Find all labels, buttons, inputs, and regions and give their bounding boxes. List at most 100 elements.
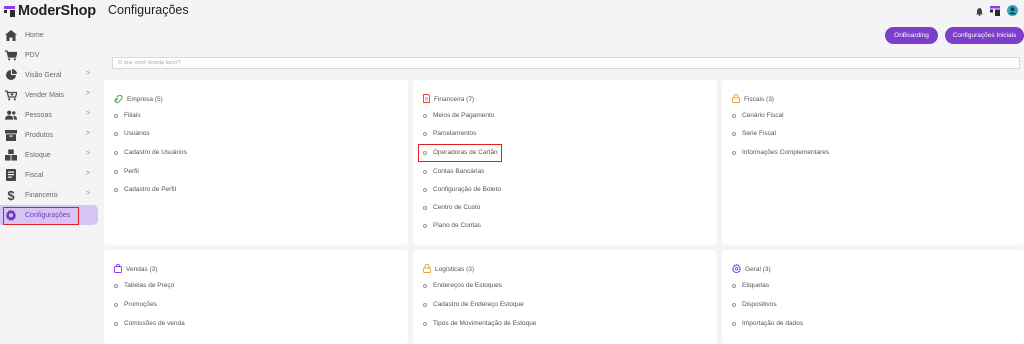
bullet-icon: [423, 187, 427, 192]
list-item-plano-contas[interactable]: Plano de Contas: [423, 222, 481, 229]
card-title: Logísticas (3): [435, 265, 475, 273]
sidebar-item-label: Produtos: [25, 131, 54, 139]
card-title: Vendas (3): [126, 265, 158, 273]
sidebar-item-configuracoes[interactable]: Configurações: [0, 205, 98, 225]
sidebar-item-pessoas[interactable]: Pessoas >: [0, 105, 98, 125]
list-item-meios-pagamento[interactable]: Meios de Pagamento: [423, 112, 494, 119]
list-item-cadastro-usuarios[interactable]: Cadastro de Usuários: [114, 149, 187, 156]
page-title: Configurações: [108, 3, 189, 17]
list-item-usuarios[interactable]: Usuários: [114, 130, 150, 137]
item-label: Perfil: [124, 168, 139, 175]
list-item-configuracao-boleto[interactable]: Configuração de Boleto: [423, 186, 501, 193]
avatar[interactable]: [1007, 3, 1018, 21]
list-item-centro-custo[interactable]: Centro de Custo: [423, 204, 480, 211]
cart-icon: [5, 49, 17, 61]
lock-icon: [423, 260, 431, 278]
list-item-contas-bancarias[interactable]: Contas Bancárias: [423, 168, 484, 175]
item-label: Cadastro de Usuários: [124, 149, 187, 156]
card-geral: Geral (3) Etiquetas Dispositivos Importa…: [722, 250, 1024, 344]
logo-mark-icon: [4, 5, 15, 17]
list-item-perfil[interactable]: Perfil: [114, 168, 139, 175]
list-item-dispositivos[interactable]: Dispositivos: [732, 301, 777, 308]
card-empresa: Empresa (5) Filiais Usuários Cadastro de…: [104, 80, 408, 245]
item-label: Cenário Fiscal: [742, 112, 784, 119]
bullet-icon: [732, 113, 736, 118]
sidebar-item-label: Vender Mais: [25, 91, 64, 99]
list-item-operadoras-cartao[interactable]: Operadoras de Cartão: [423, 149, 498, 156]
sidebar-item-label: Financeiro: [25, 191, 58, 199]
brand-logo[interactable]: ModerShop: [4, 2, 96, 20]
sidebar-item-pdv[interactable]: PDV: [0, 45, 98, 65]
sidebar-item-home[interactable]: Home: [0, 25, 98, 45]
bullet-icon: [114, 169, 118, 174]
item-label: Usuários: [124, 130, 150, 137]
list-item-cadastro-perfil[interactable]: Cadastro de Perfil: [114, 186, 176, 193]
item-label: Etiquetas: [742, 282, 770, 289]
item-label: Endereços de Estoques: [433, 282, 503, 289]
card-financeira: Financeira (7) Meios de Pagamento Parcel…: [413, 80, 717, 245]
list-item-tipos-movimentacao-estoque[interactable]: Tipos de Movimentação de Estoque: [423, 320, 536, 327]
list-item-informacoes-complementares[interactable]: Informações Complementares: [732, 149, 829, 156]
onboarding-button[interactable]: OnBoarding: [885, 27, 938, 44]
bullet-icon: [732, 131, 736, 136]
chevron-right-icon: >: [85, 90, 90, 97]
list-item-etiquetas[interactable]: Etiquetas: [732, 282, 769, 289]
list-item-enderecos-estoques[interactable]: Endereços de Estoques: [423, 282, 502, 289]
sidebar-item-label: Estoque: [25, 151, 51, 159]
chevron-right-icon: >: [85, 130, 90, 137]
chevron-right-icon: >: [85, 70, 90, 77]
bullet-icon: [423, 321, 427, 326]
gear-icon: [5, 209, 17, 221]
list-item-comissoes-venda[interactable]: Comissões de venda: [114, 320, 185, 327]
sidebar-item-visao-geral[interactable]: Visão Geral >: [0, 65, 98, 85]
sidebar-item-label: Pessoas: [25, 111, 52, 119]
card-header: Fiscais (3): [732, 90, 774, 108]
sidebar-nav: Home PDV Visão Geral > Vender Mais > Pes…: [0, 25, 98, 225]
boxes-icon: [5, 149, 17, 161]
bullet-icon: [423, 302, 427, 307]
bell-icon[interactable]: [976, 3, 983, 21]
link-icon: [114, 90, 123, 108]
dollar-icon: $: [7, 187, 15, 203]
brand-name: ModerShop: [18, 3, 96, 19]
card-header: Empresa (5): [114, 90, 163, 108]
bullet-icon: [423, 131, 427, 136]
list-item-cenario-fiscal[interactable]: Cenário Fiscal: [732, 112, 784, 119]
card-title: Fiscais (3): [744, 95, 774, 103]
bullet-icon: [423, 169, 427, 174]
bullet-icon: [423, 113, 427, 118]
gear-icon: [731, 260, 742, 278]
item-label: Tipos de Movimentação de Estoque: [433, 320, 537, 327]
item-label: Configuração de Boleto: [433, 186, 501, 193]
home-icon: [5, 29, 17, 41]
sidebar-item-produtos[interactable]: Produtos >: [0, 125, 98, 145]
bullet-icon: [423, 150, 427, 155]
configuracoes-iniciais-button[interactable]: Configurações Iniciais: [945, 27, 1024, 44]
list-item-tabelas-preco[interactable]: Tabelas de Preço: [114, 282, 174, 289]
bullet-icon: [114, 113, 118, 118]
list-item-serie-fiscal[interactable]: Serie Fiscal: [732, 130, 776, 137]
item-label: Tabelas de Preço: [124, 282, 175, 289]
card-title: Empresa (5): [127, 95, 163, 103]
list-item-importacao-dados[interactable]: Importação de dados: [732, 320, 803, 327]
list-item-filiais[interactable]: Filiais: [114, 112, 141, 119]
sidebar-item-label: Fiscal: [25, 171, 44, 179]
sidebar-item-vender-mais[interactable]: Vender Mais >: [0, 85, 98, 105]
sidebar-item-label: Visão Geral: [25, 71, 62, 79]
card-title: Financeira (7): [434, 95, 475, 103]
chevron-right-icon: >: [85, 170, 90, 177]
list-item-promocoes[interactable]: Promoções: [114, 301, 157, 308]
item-label: Promoções: [124, 301, 157, 308]
cart-plus-icon: [5, 89, 17, 101]
document-icon: [5, 169, 17, 181]
bullet-icon: [114, 283, 118, 288]
list-item-parcelamentos[interactable]: Parcelamentos: [423, 130, 476, 137]
sidebar-item-estoque[interactable]: Estoque >: [0, 145, 98, 165]
list-item-cadastro-endereco-estoque[interactable]: Cadastro de Endereço Estoque: [423, 301, 524, 308]
search-input[interactable]: O que você deseja fazer?: [112, 57, 1020, 69]
sidebar-item-financeiro[interactable]: $ Financeiro >: [0, 185, 98, 205]
item-label: Filiais: [124, 112, 141, 119]
item-label: Cadastro de Perfil: [124, 186, 177, 193]
card-header: Financeira (7): [423, 90, 474, 108]
sidebar-item-fiscal[interactable]: Fiscal >: [0, 165, 98, 185]
